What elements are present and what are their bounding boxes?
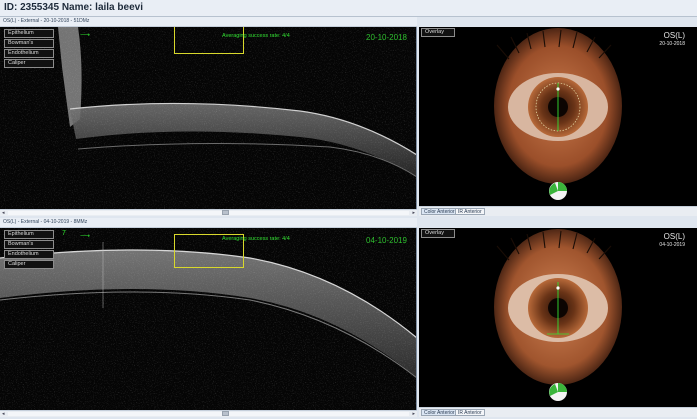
- scan-title: OS(L) - External - 20-10-2018 - 51DMz: [3, 18, 90, 24]
- scroll-thumb[interactable]: [222, 411, 229, 416]
- eye-label: OS(L) 20-10-2018: [659, 31, 685, 47]
- overlay-button[interactable]: Overlay: [421, 28, 455, 37]
- right-arrow-icon: ⟶: [80, 32, 91, 39]
- left-arrow-icon[interactable]: ◂: [2, 411, 5, 417]
- layer-epithelium-button[interactable]: Epithelium: [4, 230, 54, 239]
- scan-titlebar: OS(L) - External - 20-10-2018 - 51DMz: [0, 17, 417, 27]
- scan-number: 7: [62, 230, 66, 237]
- oct-image-view[interactable]: Epithelium Bowman's Endothelium Caliper …: [0, 228, 417, 410]
- pie-indicator-icon: [549, 182, 567, 200]
- scroll-track[interactable]: [8, 211, 409, 215]
- scan-region-box[interactable]: [174, 27, 244, 54]
- layer-bowmans-button[interactable]: Bowman's: [4, 39, 54, 48]
- scan-panel-1: OS(L) - External - 20-10-2018 - 51DMz Ep…: [0, 17, 697, 216]
- eye-date: 04-10-2019: [659, 242, 685, 248]
- scroll-track[interactable]: [8, 412, 409, 416]
- oct-image-view[interactable]: Epithelium Bowman's Endothelium Caliper …: [0, 27, 417, 209]
- patient-header: ID: 2355345 Name: laila beevi: [0, 0, 697, 17]
- tab-color-anterior[interactable]: Color Anterior: [421, 409, 458, 416]
- tab-color-anterior[interactable]: Color Anterior: [421, 208, 458, 215]
- averaging-success-text: Averaging success rate: 4/4: [222, 33, 290, 39]
- layer-endothelium-button[interactable]: Endothelium: [4, 49, 54, 58]
- eye-date: 20-10-2018: [659, 41, 685, 47]
- layer-caliper-button[interactable]: Caliper: [4, 59, 54, 68]
- eye-photo-view[interactable]: Overlay OS(L) 04-10-2019: [419, 228, 697, 407]
- eye-laterality: OS(L): [663, 232, 685, 241]
- tab-ir-anterior[interactable]: IR Anterior: [455, 208, 485, 215]
- layer-epithelium-button[interactable]: Epithelium: [4, 29, 54, 38]
- right-arrow-icon[interactable]: ▸: [412, 210, 415, 216]
- oct-cornea-image: [0, 27, 416, 209]
- eye-photo-view[interactable]: Overlay OS(L) 20-10-2018: [419, 27, 697, 206]
- scroll-thumb[interactable]: [222, 210, 229, 215]
- scan-title: OS(L) - External - 04-10-2019 - 8MMz: [3, 219, 88, 225]
- overlay-button[interactable]: Overlay: [421, 229, 455, 238]
- scan-date: 20-10-2018: [366, 33, 407, 42]
- eye-photo: [494, 28, 622, 200]
- scan-titlebar: OS(L) - External - 04-10-2019 - 8MMz: [0, 218, 417, 228]
- layer-caliper-button[interactable]: Caliper: [4, 260, 54, 269]
- eye-photo: [494, 229, 622, 401]
- horizontal-scrollbar[interactable]: ◂ ▸: [0, 410, 417, 417]
- scan-panel-2: OS(L) - External - 04-10-2019 - 8MMz Epi…: [0, 218, 697, 417]
- horizontal-scrollbar[interactable]: ◂ ▸: [0, 209, 417, 216]
- layer-endothelium-button[interactable]: Endothelium: [4, 250, 54, 259]
- left-arrow-icon[interactable]: ◂: [2, 210, 5, 216]
- patient-id-name: ID: 2355345 Name: laila beevi: [4, 2, 143, 13]
- eye-laterality: OS(L): [663, 31, 685, 40]
- layer-bowmans-button[interactable]: Bowman's: [4, 240, 54, 249]
- layer-list: Epithelium Bowman's Endothelium Caliper: [4, 29, 54, 69]
- eye-label: OS(L) 04-10-2019: [659, 232, 685, 248]
- image-tabs: Color Anterior IR Anterior: [419, 407, 697, 417]
- right-arrow-icon[interactable]: ▸: [412, 411, 415, 417]
- averaging-success-text: Averaging success rate: 4/4: [222, 236, 290, 242]
- right-arrow-icon: ⟶: [80, 233, 91, 240]
- layer-list: Epithelium Bowman's Endothelium Caliper: [4, 230, 54, 270]
- tab-ir-anterior[interactable]: IR Anterior: [455, 409, 485, 416]
- image-tabs: Color Anterior IR Anterior: [419, 206, 697, 216]
- pie-indicator-icon: [549, 383, 567, 401]
- scan-date: 04-10-2019: [366, 236, 407, 245]
